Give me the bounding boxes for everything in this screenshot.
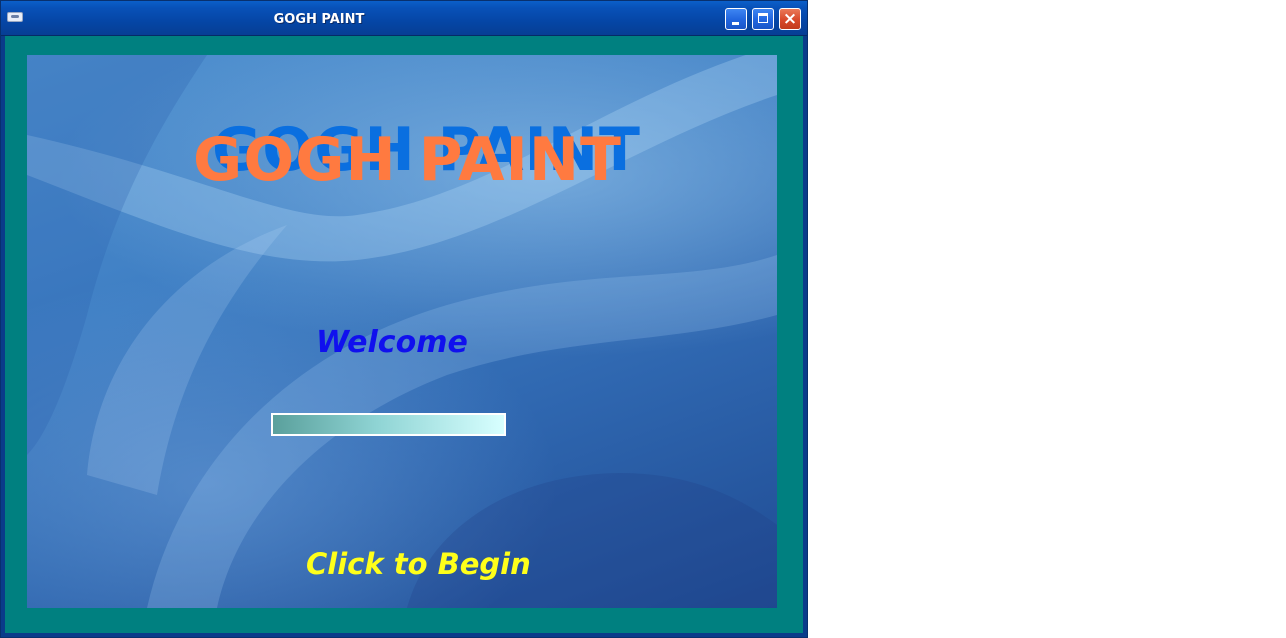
splash-panel[interactable]: GOGH PAINT GOGH PAINT Welcome Click to B… <box>27 55 777 608</box>
begin-button[interactable]: Click to Begin <box>306 547 531 581</box>
maximize-button[interactable] <box>752 8 774 30</box>
welcome-text: Welcome <box>316 325 468 360</box>
app-window: GOGH PAINT × GOGH PAINT GOGH PAINT Welco… <box>0 0 808 638</box>
close-button[interactable]: × <box>779 8 801 30</box>
minimize-button[interactable] <box>725 8 747 30</box>
client-area: GOGH PAINT GOGH PAINT Welcome Click to B… <box>5 36 803 633</box>
progress-bar <box>271 413 506 436</box>
minimize-icon <box>732 22 739 25</box>
close-icon: × <box>782 9 798 29</box>
maximize-icon <box>758 13 768 23</box>
window-title: GOGH PAINT <box>273 12 365 27</box>
progress-fill <box>273 415 504 434</box>
logo-title: GOGH PAINT <box>193 125 622 195</box>
title-bar[interactable]: GOGH PAINT × <box>1 1 807 36</box>
